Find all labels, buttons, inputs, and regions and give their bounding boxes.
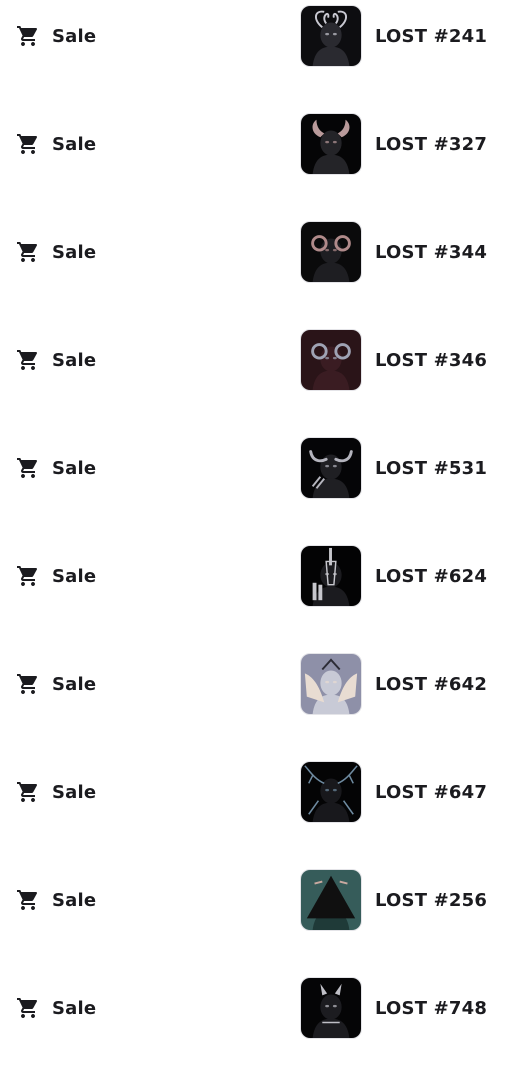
item-name[interactable]: LOST #748 (375, 998, 487, 1019)
item-name[interactable]: LOST #531 (375, 458, 487, 479)
item-thumbnail[interactable] (300, 113, 362, 175)
event-cell: Sale (16, 671, 96, 697)
event-label: Sale (52, 565, 97, 587)
list-item: Sale LOST #624 (0, 540, 516, 648)
cart-icon (17, 998, 38, 1018)
event-cell: Sale (16, 131, 96, 157)
item-thumbnail[interactable] (300, 5, 362, 67)
event-cell: Sale (16, 455, 96, 481)
item-name[interactable]: LOST #346 (375, 350, 487, 371)
item-thumbnail[interactable] (300, 221, 362, 283)
cart-icon (17, 566, 38, 586)
event-cell: Sale (16, 887, 96, 913)
list-item: Sale LOST #748 (0, 972, 516, 1080)
event-cell: Sale (16, 23, 96, 49)
event-cell: Sale (16, 563, 96, 589)
item-thumbnail[interactable] (300, 761, 362, 823)
item-name[interactable]: LOST #256 (375, 890, 487, 911)
event-label: Sale (52, 349, 97, 371)
event-label: Sale (52, 889, 97, 911)
cart-icon (17, 242, 38, 262)
item-cell[interactable]: LOST #344 (300, 220, 487, 284)
cart-icon (17, 350, 38, 370)
item-cell[interactable]: LOST #642 (300, 652, 487, 716)
list-item: Sale LOST #642 (0, 648, 516, 756)
event-cell: Sale (16, 779, 96, 805)
event-label: Sale (52, 25, 97, 47)
activity-list: Sale LOST #241 Sale LOST #327 Sale LOST … (0, 0, 516, 1080)
item-cell[interactable]: LOST #748 (300, 976, 487, 1040)
event-label: Sale (52, 781, 97, 803)
item-cell[interactable]: LOST #531 (300, 436, 487, 500)
item-cell[interactable]: LOST #241 (300, 4, 487, 68)
item-cell[interactable]: LOST #647 (300, 760, 487, 824)
cart-icon (17, 674, 38, 694)
item-thumbnail[interactable] (300, 977, 362, 1039)
item-name[interactable]: LOST #624 (375, 566, 487, 587)
item-cell[interactable]: LOST #327 (300, 112, 487, 176)
item-name[interactable]: LOST #647 (375, 782, 487, 803)
item-thumbnail[interactable] (300, 869, 362, 931)
event-cell: Sale (16, 347, 96, 373)
event-label: Sale (52, 673, 97, 695)
list-item: Sale LOST #241 (0, 0, 516, 108)
cart-icon (17, 458, 38, 478)
event-label: Sale (52, 457, 97, 479)
list-item: Sale LOST #344 (0, 216, 516, 324)
item-thumbnail[interactable] (300, 437, 362, 499)
event-cell: Sale (16, 995, 96, 1021)
event-cell: Sale (16, 239, 96, 265)
item-name[interactable]: LOST #241 (375, 26, 487, 47)
item-cell[interactable]: LOST #624 (300, 544, 487, 608)
event-label: Sale (52, 241, 97, 263)
list-item: Sale LOST #346 (0, 324, 516, 432)
item-name[interactable]: LOST #344 (375, 242, 487, 263)
item-cell[interactable]: LOST #346 (300, 328, 487, 392)
item-cell[interactable]: LOST #256 (300, 868, 487, 932)
cart-icon (17, 782, 38, 802)
item-thumbnail[interactable] (300, 329, 362, 391)
item-thumbnail[interactable] (300, 653, 362, 715)
cart-icon (17, 134, 38, 154)
list-item: Sale LOST #531 (0, 432, 516, 540)
list-item: Sale LOST #647 (0, 756, 516, 864)
list-item: Sale LOST #327 (0, 108, 516, 216)
item-name[interactable]: LOST #642 (375, 674, 487, 695)
item-name[interactable]: LOST #327 (375, 134, 487, 155)
list-item: Sale LOST #256 (0, 864, 516, 972)
cart-icon (17, 26, 38, 46)
item-thumbnail[interactable] (300, 545, 362, 607)
event-label: Sale (52, 133, 97, 155)
cart-icon (17, 890, 38, 910)
event-label: Sale (52, 997, 97, 1019)
